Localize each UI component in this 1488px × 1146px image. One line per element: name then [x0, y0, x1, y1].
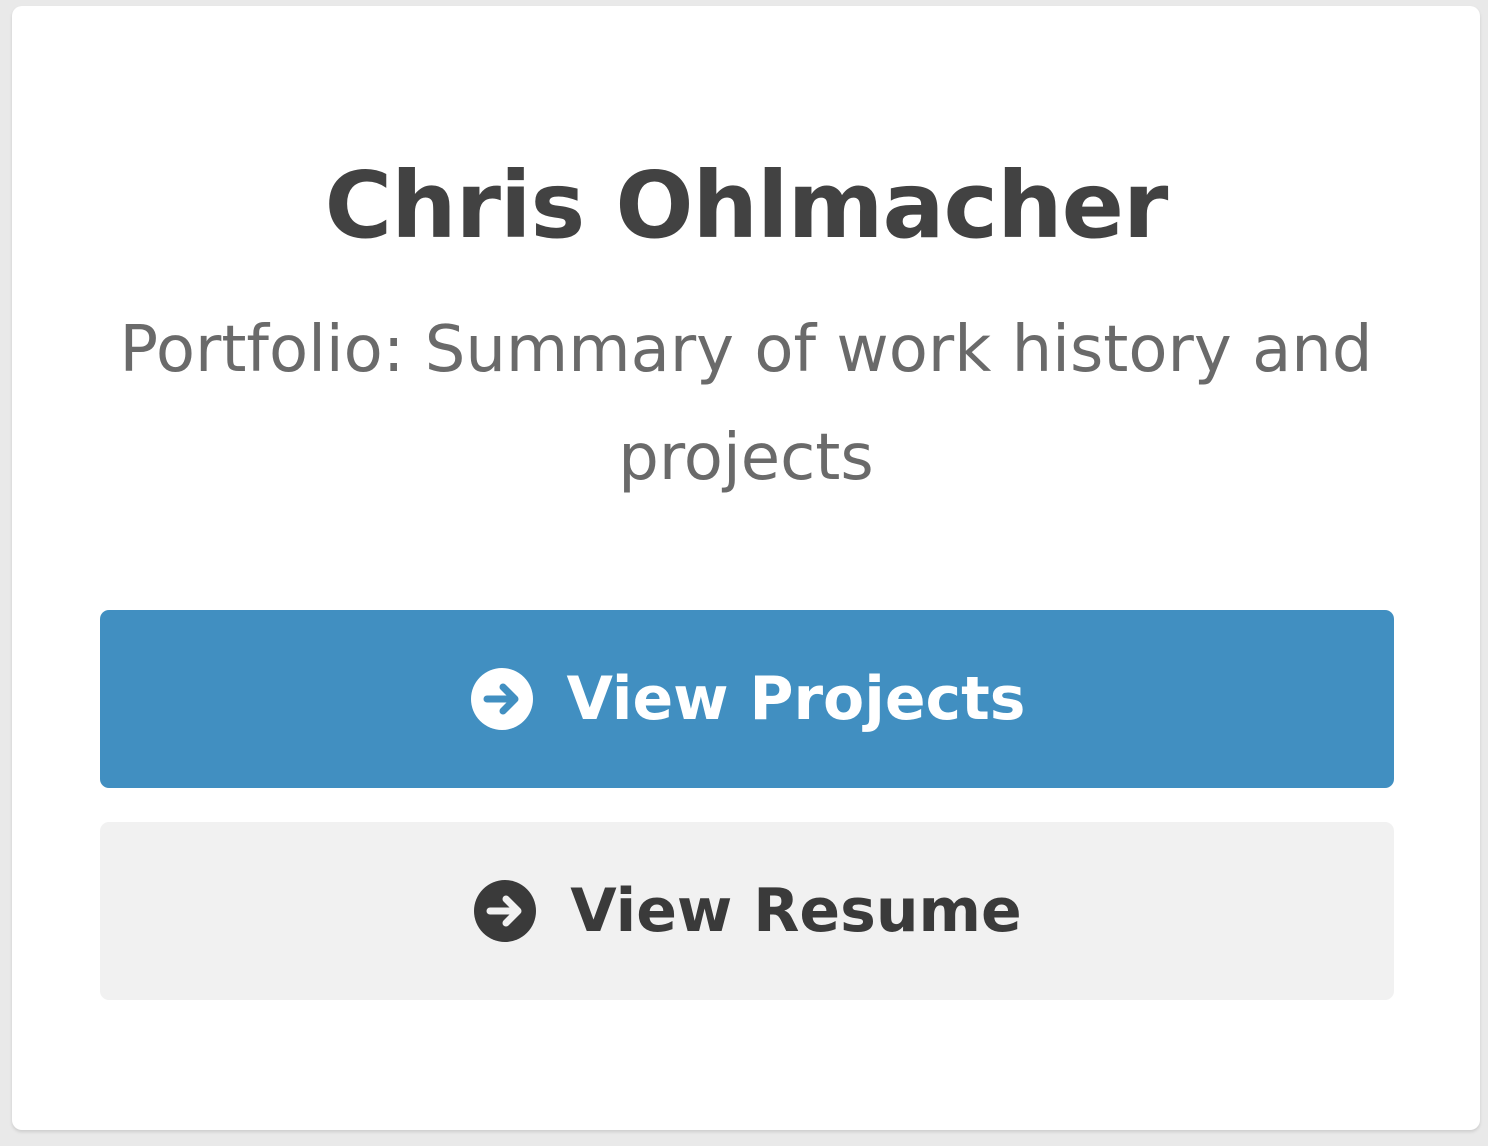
view-resume-button[interactable]: View Resume — [100, 822, 1394, 1000]
arrow-circle-right-icon — [474, 880, 537, 942]
view-projects-button[interactable]: View Projects — [100, 610, 1394, 788]
portfolio-card: Chris Ohlmacher Portfolio: Summary of wo… — [12, 6, 1480, 1130]
arrow-circle-right-icon — [470, 668, 533, 730]
page-subtitle: Portfolio: Summary of work history and p… — [119, 313, 1373, 495]
view-resume-label: View Resume — [570, 876, 1022, 946]
page-title: Chris Ohlmacher — [324, 152, 1169, 259]
view-projects-label: View Projects — [566, 664, 1026, 734]
